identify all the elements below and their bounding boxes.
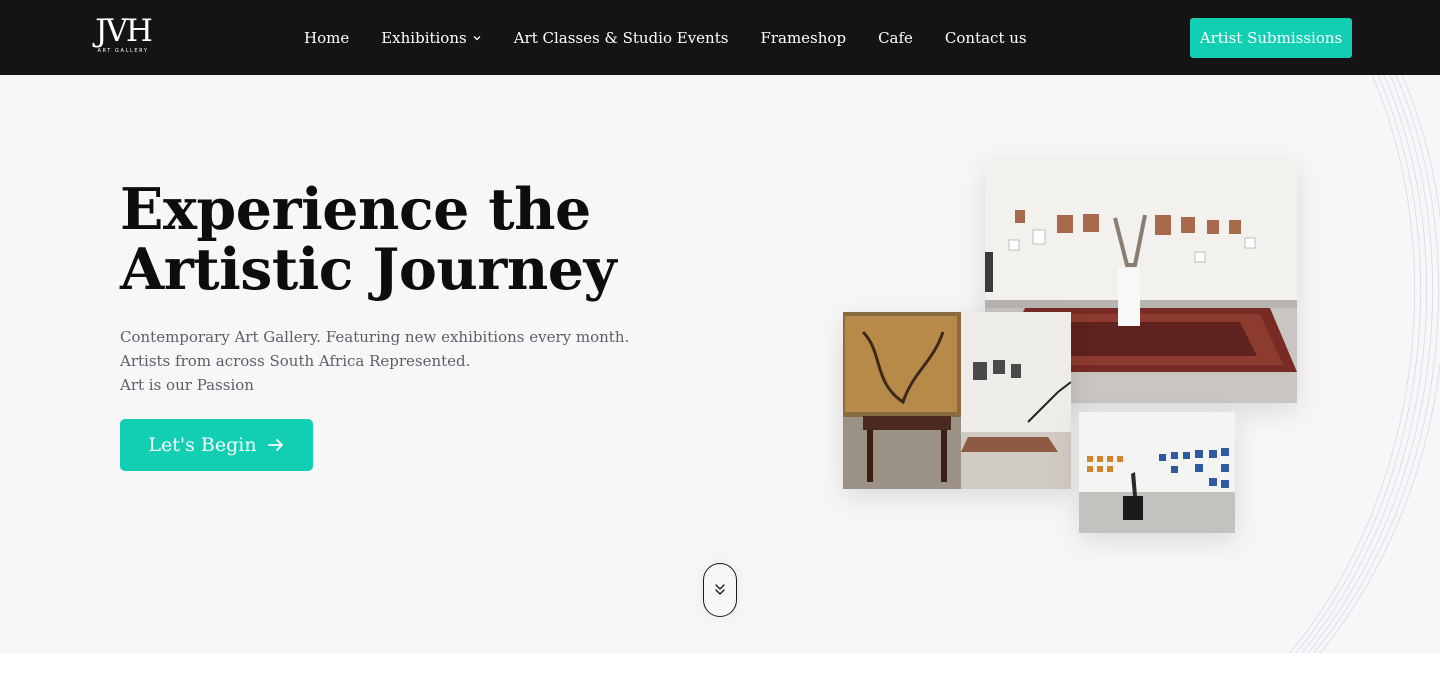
gallery-logo[interactable]: JVH ART GALLERY [94,13,153,60]
double-chevron-down-icon [715,584,725,595]
lets-begin-button[interactable]: Let's Begin [120,419,313,471]
nav-contact-label: Contact us [944,28,1027,47]
hero-title: Experience the Artistic Journey [120,176,617,303]
chevron-down-icon [473,35,481,40]
nav-art-classes[interactable]: Art Classes & Studio Events [514,29,729,47]
hero-line-2: Artists from across South Africa Represe… [120,352,471,370]
nav-cafe-label: Cafe [878,28,913,47]
artist-submissions-button[interactable]: Artist Submissions [1190,18,1352,58]
nav-frameshop-label: Frameshop [760,28,847,47]
gallery-photo-interior [843,312,1071,489]
scroll-down-button[interactable] [703,563,737,617]
lets-begin-label: Let's Begin [148,434,257,456]
logo-subtitle: ART GALLERY [97,48,149,54]
nav-art-classes-label: Art Classes & Studio Events [513,28,729,47]
nav-exhibitions-label: Exhibitions [381,28,467,47]
nav-exhibitions[interactable]: Exhibitions [381,29,481,47]
nav-cafe[interactable]: Cafe [878,29,913,47]
top-navbar: JVH ART GALLERY Home Exhibitions Art Cla… [0,0,1440,75]
gallery-photo-blue-room [1079,412,1235,533]
hero-line-3: Art is our Passion [120,376,254,394]
main-nav: Home Exhibitions Art Classes & Studio Ev… [304,0,1059,75]
jvh-logo-icon: JVH [95,13,153,49]
hero-section: Experience the Artistic Journey Contempo… [0,75,1440,653]
arrow-right-icon [267,439,283,451]
hero-line-1: Contemporary Art Gallery. Featuring new … [120,328,630,346]
hero-description: Contemporary Art Gallery. Featuring new … [120,325,720,397]
nav-frameshop[interactable]: Frameshop [760,29,846,47]
nav-contact[interactable]: Contact us [945,29,1027,47]
nav-home[interactable]: Home [304,29,349,47]
nav-home-label: Home [304,28,350,47]
